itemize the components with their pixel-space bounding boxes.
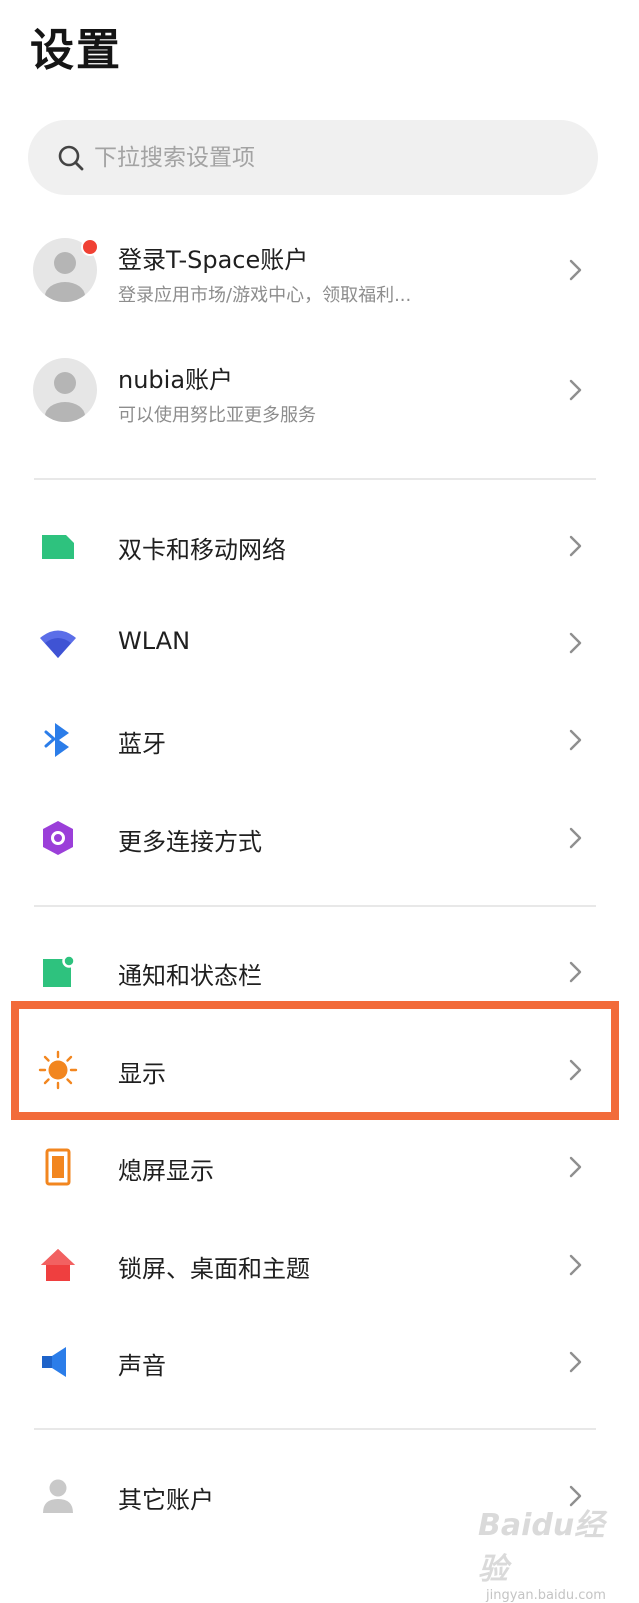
- search-input[interactable]: [92, 143, 566, 172]
- page-title: 设置: [30, 25, 122, 76]
- search-icon: [58, 145, 84, 170]
- settings-item-label: 声音: [118, 1352, 166, 1380]
- hexagon-link-icon: [38, 818, 78, 858]
- account-subtitle: 可以使用努比亚更多服务: [118, 405, 316, 426]
- account-title: 登录T-Space账户: [118, 246, 309, 274]
- avatar: [33, 358, 97, 422]
- settings-item-label: 锁屏、桌面和主题: [118, 1255, 310, 1283]
- sim-card-icon: [38, 526, 78, 566]
- chevron-right-icon: [569, 827, 582, 849]
- account-row-tspace[interactable]: 登录T-Space账户 登录应用市场/游戏中心，领取福利...: [0, 220, 639, 320]
- settings-item-notifications[interactable]: 通知和状态栏: [0, 942, 639, 1002]
- account-row-nubia[interactable]: nubia账户 可以使用努比亚更多服务: [0, 340, 639, 440]
- chevron-right-icon: [569, 1254, 582, 1276]
- settings-item-sim[interactable]: 双卡和移动网络: [0, 516, 639, 576]
- chevron-right-icon: [569, 632, 582, 654]
- divider: [34, 478, 596, 480]
- watermark-logo: Baidu经验: [478, 1508, 605, 1587]
- watermark-url: jingyan.baidu.com: [486, 1588, 606, 1603]
- settings-item-wlan[interactable]: WLAN: [0, 613, 639, 673]
- settings-item-sound[interactable]: 声音: [0, 1332, 639, 1392]
- watermark: Baidu经验 jingyan.baidu.com: [478, 1500, 633, 1603]
- highlight-box: [11, 1001, 619, 1120]
- account-subtitle: 登录应用市场/游戏中心，领取福利...: [118, 285, 412, 306]
- settings-item-label: WLAN: [118, 627, 191, 655]
- settings-item-lockscreen-theme[interactable]: 锁屏、桌面和主题: [0, 1235, 639, 1295]
- chevron-right-icon: [569, 259, 582, 281]
- settings-item-bluetooth[interactable]: 蓝牙: [0, 710, 639, 770]
- search-bar[interactable]: [28, 120, 598, 195]
- chevron-right-icon: [569, 379, 582, 401]
- person-icon: [38, 1476, 78, 1516]
- settings-item-label: 更多连接方式: [118, 828, 262, 856]
- wifi-icon: [38, 623, 78, 663]
- speaker-icon: [38, 1342, 78, 1382]
- chevron-right-icon: [569, 535, 582, 557]
- divider: [34, 1428, 596, 1430]
- settings-item-label: 通知和状态栏: [118, 962, 262, 990]
- settings-item-more-connections[interactable]: 更多连接方式: [0, 808, 639, 868]
- settings-item-label: 双卡和移动网络: [118, 536, 286, 564]
- chevron-right-icon: [569, 1351, 582, 1373]
- settings-item-label: 其它账户: [118, 1486, 214, 1514]
- notification-badge: [81, 238, 99, 256]
- notification-icon: [38, 952, 78, 992]
- settings-item-aod[interactable]: 熄屏显示: [0, 1137, 639, 1197]
- home-icon: [38, 1245, 78, 1285]
- chevron-right-icon: [569, 961, 582, 983]
- settings-item-label: 熄屏显示: [118, 1157, 214, 1185]
- account-title: nubia账户: [118, 366, 234, 394]
- chevron-right-icon: [569, 729, 582, 751]
- phone-screen-icon: [38, 1147, 78, 1187]
- bluetooth-icon: [38, 720, 78, 760]
- settings-item-label: 蓝牙: [118, 730, 166, 758]
- divider: [34, 905, 596, 907]
- chevron-right-icon: [569, 1156, 582, 1178]
